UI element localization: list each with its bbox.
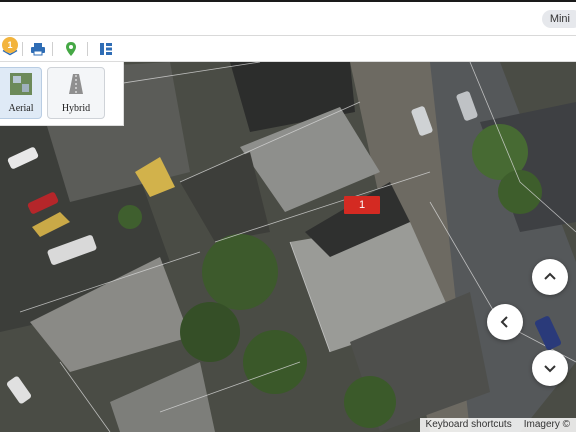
basemap-switcher: Aerial Hybrid xyxy=(0,62,124,126)
location-pin-icon xyxy=(66,42,76,56)
pan-down-button[interactable] xyxy=(532,350,568,386)
list-panel-icon xyxy=(100,43,112,55)
layers-button[interactable]: 1 xyxy=(0,37,20,59)
mini-button[interactable]: Mini xyxy=(541,10,576,28)
print-button[interactable] xyxy=(28,39,48,59)
pan-up-button[interactable] xyxy=(532,259,568,295)
toolbar-divider xyxy=(22,42,23,56)
list-panel-button[interactable] xyxy=(96,39,116,59)
basemap-option-label: Aerial xyxy=(8,103,34,114)
location-button[interactable] xyxy=(61,39,81,59)
pan-left-button[interactable] xyxy=(487,304,523,340)
map-attribution: Keyboard shortcuts Imagery © xyxy=(419,418,576,432)
pan-left-icon xyxy=(500,316,508,328)
print-icon xyxy=(31,43,45,56)
basemap-option-aerial[interactable]: Aerial xyxy=(0,67,42,119)
pan-up-icon xyxy=(544,272,556,280)
basemap-option-label: Hybrid xyxy=(61,103,91,114)
toolbar-divider xyxy=(87,42,88,56)
keyboard-shortcuts-link[interactable]: Keyboard shortcuts xyxy=(420,418,518,432)
imagery-credit: Imagery © xyxy=(523,419,570,430)
hybrid-road-thumbnail-icon xyxy=(69,74,83,94)
map-marker[interactable]: 1 xyxy=(344,196,380,214)
basemap-option-hybrid[interactable]: Hybrid xyxy=(47,67,105,119)
aerial-thumbnail-icon xyxy=(10,73,32,95)
toolbar-divider xyxy=(52,42,53,56)
top-header: Mini xyxy=(0,0,576,36)
pan-down-icon xyxy=(544,365,556,373)
layers-count-badge: 1 xyxy=(2,37,18,53)
map-toolbar: 1 xyxy=(0,36,576,62)
